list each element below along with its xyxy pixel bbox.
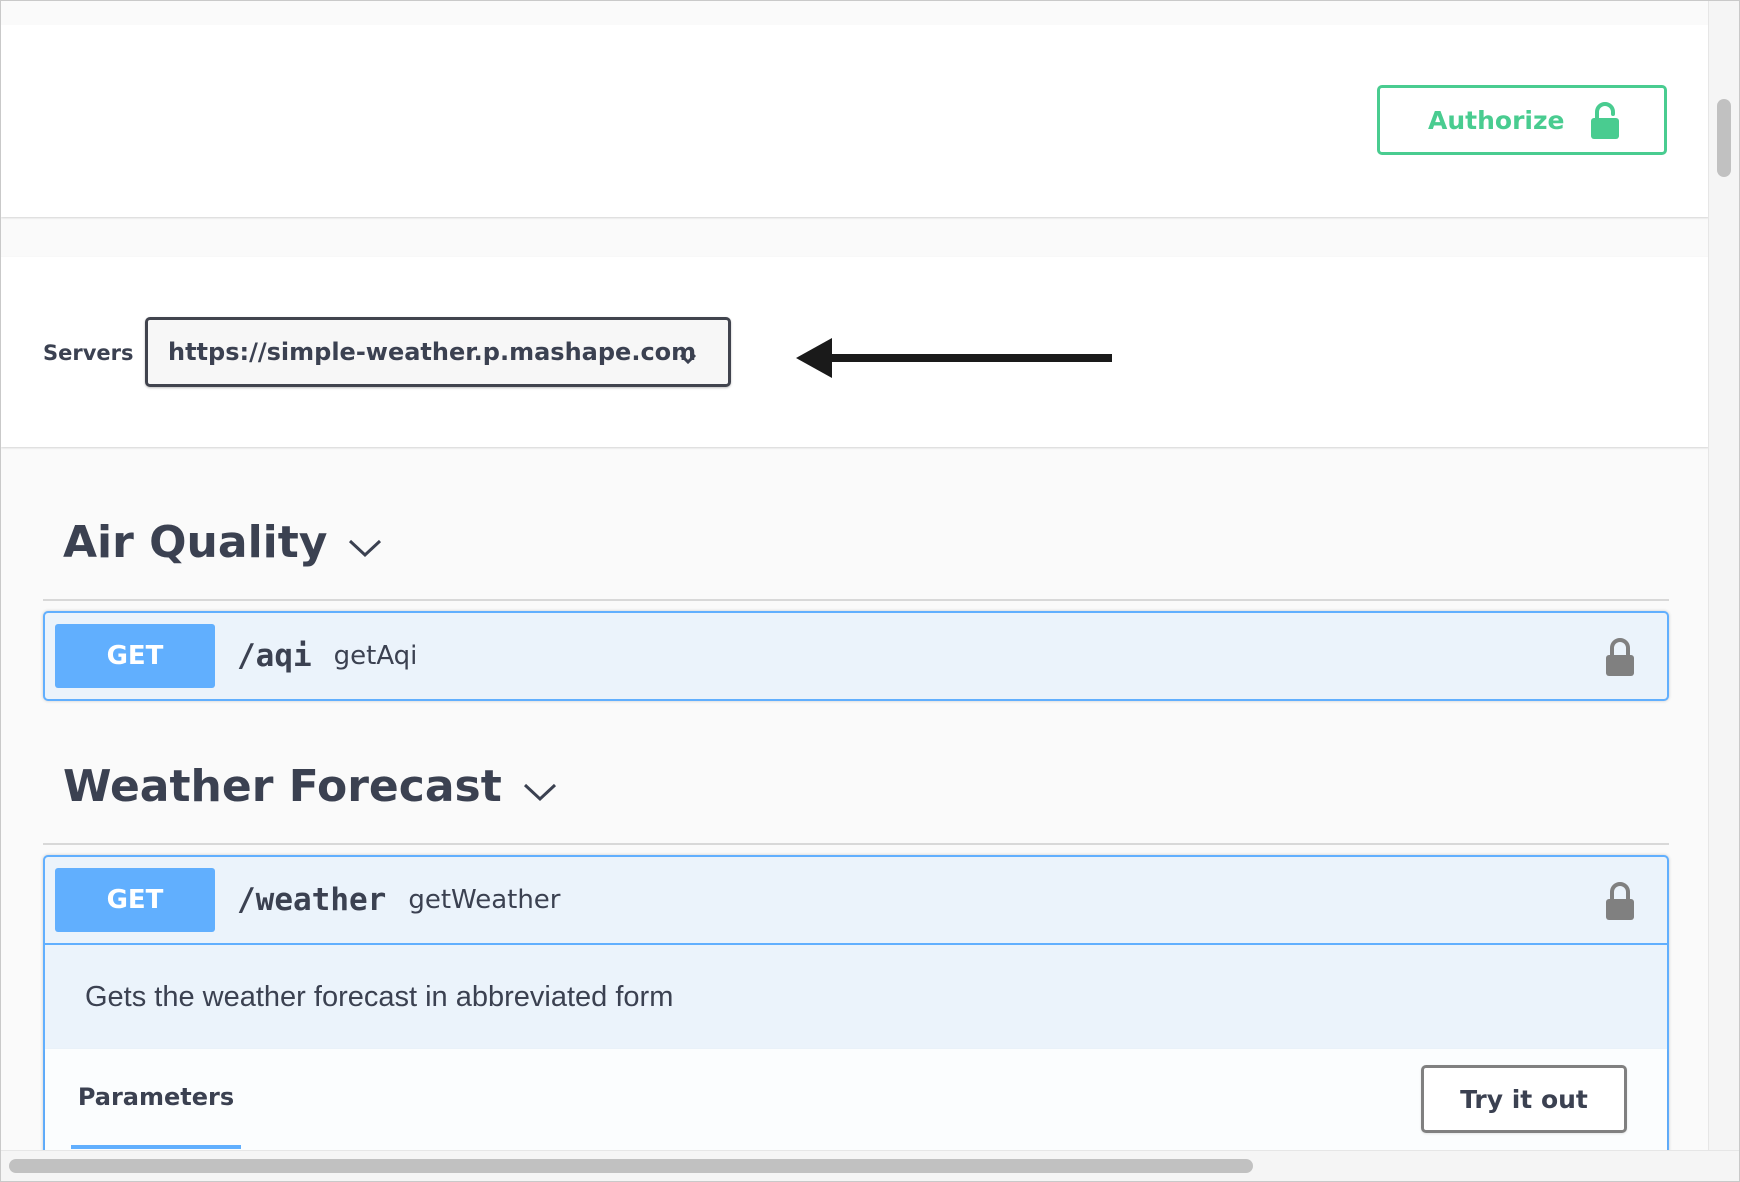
chevron-down-icon: [678, 344, 698, 372]
section-divider: [43, 599, 1669, 601]
servers-selected-value: https://simple-weather.p.mashape.com: [168, 338, 697, 366]
operation-id: getAqi: [333, 641, 418, 671]
vertical-scrollbar[interactable]: [1708, 1, 1739, 1153]
section-title-text: Air Quality: [63, 517, 328, 568]
header-top-strip: [1, 1, 1709, 25]
section-divider: [43, 843, 1669, 845]
left-arrow-icon: [796, 335, 1114, 386]
parameters-header: Parameters Try it out: [45, 1049, 1667, 1159]
operation-id: getWeather: [408, 885, 561, 915]
operation-summary[interactable]: GET /aqi getAqi: [45, 613, 1667, 699]
operation-summary[interactable]: GET /weather getWeather: [45, 857, 1667, 943]
operation-description: Gets the weather forecast in abbreviated…: [45, 943, 1667, 1049]
chevron-down-icon: [522, 763, 558, 814]
padlock-icon[interactable]: [1605, 637, 1635, 682]
authorize-label: Authorize: [1428, 105, 1565, 135]
padlock-icon[interactable]: [1605, 881, 1635, 926]
section-title-text: Weather Forecast: [63, 761, 502, 812]
try-it-out-button[interactable]: Try it out: [1421, 1065, 1627, 1133]
unlocked-padlock-icon: [1590, 102, 1620, 146]
operation-path: /weather: [237, 882, 387, 918]
authorize-button[interactable]: Authorize: [1377, 85, 1667, 155]
horizontal-scrollbar[interactable]: [1, 1150, 1739, 1181]
chevron-down-icon: [347, 519, 383, 570]
servers-dropdown[interactable]: https://simple-weather.p.mashape.com: [145, 317, 731, 387]
section-title-air-quality[interactable]: Air Quality: [63, 515, 383, 570]
tab-parameters[interactable]: Parameters: [71, 1049, 241, 1149]
browser-window: Authorize Servers https://simple-weather…: [0, 0, 1740, 1182]
top-header: Authorize: [1, 1, 1709, 217]
operation-path: /aqi: [237, 638, 312, 674]
operation-block-aqi: GET /aqi getAqi: [43, 611, 1669, 701]
method-badge: GET: [55, 868, 215, 932]
method-badge: GET: [55, 624, 215, 688]
vertical-scroll-thumb[interactable]: [1717, 99, 1731, 177]
horizontal-scroll-thumb[interactable]: [9, 1159, 1253, 1173]
servers-label: Servers: [43, 341, 134, 365]
section-title-weather-forecast[interactable]: Weather Forecast: [63, 759, 558, 814]
operation-block-weather: GET /weather getWeather Gets the weather…: [43, 855, 1669, 1181]
